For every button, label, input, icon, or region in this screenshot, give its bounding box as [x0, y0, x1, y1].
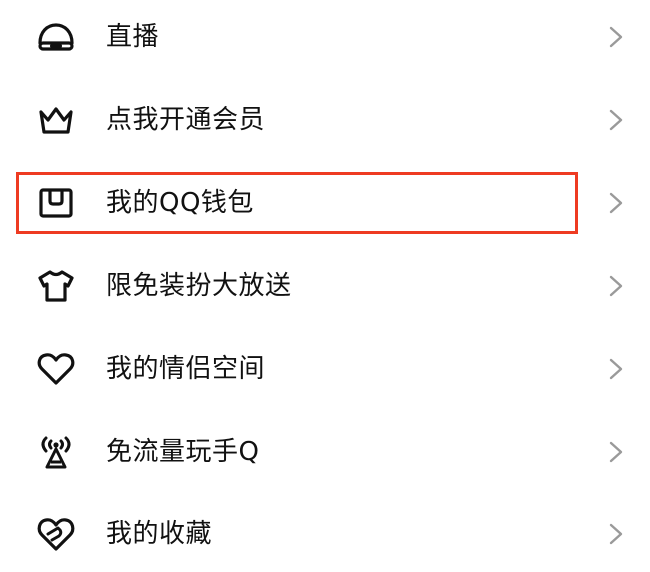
menu-item-membership[interactable]: 点我开通会员: [0, 85, 650, 155]
crown-icon: [36, 102, 76, 138]
menu-item-label: 点我开通会员: [106, 105, 266, 135]
menu-item-free-decorations[interactable]: 限免装扮大放送: [0, 251, 650, 321]
menu-item-favorites[interactable]: 我的收藏: [0, 499, 650, 569]
chevron-right-icon: [607, 523, 625, 545]
live-icon: [36, 19, 76, 55]
chevron-right-icon: [607, 358, 625, 380]
settings-menu: 直播 点我开通会员 我的QQ钱包 限免装扮大放送 我的情侣空间 免流量玩手Q 我…: [0, 0, 650, 572]
menu-item-label: 我的情侣空间: [106, 354, 266, 384]
tshirt-icon: [36, 268, 76, 304]
menu-item-label: 直播: [106, 22, 160, 52]
chevron-right-icon: [607, 26, 625, 48]
menu-item-free-data[interactable]: 免流量玩手Q: [0, 417, 650, 487]
signal-tower-icon: [36, 434, 76, 470]
chevron-right-icon: [607, 192, 625, 214]
chevron-right-icon: [607, 441, 625, 463]
heart-icon: [36, 351, 76, 387]
chevron-right-icon: [607, 109, 625, 131]
favorite-icon: [36, 516, 76, 552]
menu-item-label: 我的QQ钱包: [106, 188, 254, 218]
menu-item-qq-wallet[interactable]: 我的QQ钱包: [0, 168, 650, 238]
menu-item-label: 限免装扮大放送: [106, 271, 292, 301]
wallet-icon: [36, 185, 76, 221]
menu-item-label: 我的收藏: [106, 519, 213, 549]
chevron-right-icon: [607, 275, 625, 297]
menu-item-label: 免流量玩手Q: [106, 437, 260, 467]
menu-item-live[interactable]: 直播: [0, 2, 650, 72]
menu-item-couple-space[interactable]: 我的情侣空间: [0, 334, 650, 404]
